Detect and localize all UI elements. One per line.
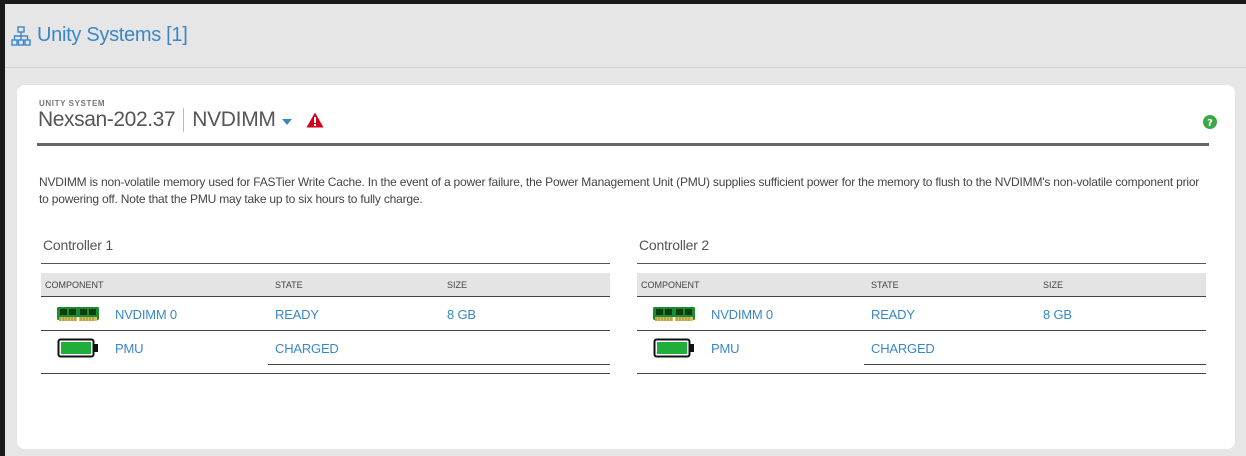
component-name[interactable]: NVDIMM 0 [115, 307, 177, 322]
column-header-component[interactable]: COMPONENT [637, 280, 871, 290]
controller-title: Controller 2 [639, 237, 709, 253]
controller-rule [637, 263, 1206, 264]
system-header: Nexsan-202.37 NVDIMM [38, 108, 324, 132]
component-state: READY [871, 306, 915, 322]
table-row[interactable]: PMU CHARGED [637, 331, 1206, 365]
view-selector[interactable]: NVDIMM [192, 108, 292, 132]
component-size: 8 GB [1043, 306, 1072, 322]
row-divider [268, 364, 610, 365]
column-header-state[interactable]: STATE [871, 280, 1043, 290]
controller-rule [41, 263, 610, 264]
table-row[interactable]: PMU CHARGED [41, 331, 610, 365]
row-divider [864, 364, 1206, 365]
controller-title: Controller 1 [43, 237, 113, 253]
component-size: 8 GB [447, 306, 476, 322]
component-table: COMPONENT STATE SIZE NVDIMM 0 READY 8 GB… [41, 273, 610, 374]
table-row[interactable]: NVDIMM 0 READY 8 GB [637, 297, 1206, 331]
table-row[interactable]: NVDIMM 0 READY 8 GB [41, 297, 610, 331]
column-header-state[interactable]: STATE [275, 280, 447, 290]
warning-icon[interactable] [306, 112, 324, 128]
component-name[interactable]: PMU [115, 341, 143, 356]
header-rule [37, 143, 1209, 146]
table-end-rule [637, 373, 1206, 374]
column-header-component[interactable]: COMPONENT [41, 280, 275, 290]
controller-2-section: Controller 2 COMPONENT STATE SIZE NVDIMM… [637, 237, 1206, 374]
controller-1-section: Controller 1 COMPONENT STATE SIZE NVDIMM… [41, 237, 610, 374]
table-header: COMPONENT STATE SIZE [41, 273, 610, 297]
component-table: COMPONENT STATE SIZE NVDIMM 0 READY 8 GB… [637, 273, 1206, 374]
divider [183, 108, 185, 132]
network-icon [11, 25, 31, 46]
component-name[interactable]: PMU [711, 341, 739, 356]
table-end-rule [41, 373, 610, 374]
view-selector-label: NVDIMM [192, 108, 276, 131]
battery-icon [645, 338, 703, 358]
column-header-size[interactable]: SIZE [1043, 280, 1206, 290]
page-header: Unity Systems [1] [5, 4, 1246, 68]
battery-icon [49, 338, 107, 358]
chevron-down-icon [281, 118, 292, 125]
help-icon[interactable]: ? [1203, 115, 1217, 129]
description-text: NVDIMM is non-volatile memory used for F… [39, 175, 1200, 206]
nvdimm-panel: UNITY SYSTEM Nexsan-202.37 NVDIMM ? NVDI… [17, 85, 1235, 449]
component-state: READY [275, 306, 319, 322]
memory-module-icon [49, 305, 107, 323]
page-title: Unity Systems [1] [11, 24, 188, 47]
component-state: CHARGED [871, 340, 935, 356]
component-name[interactable]: NVDIMM 0 [711, 307, 773, 322]
system-label: UNITY SYSTEM [39, 99, 106, 108]
memory-module-icon [645, 305, 703, 323]
column-header-size[interactable]: SIZE [447, 280, 610, 290]
system-name: Nexsan-202.37 [38, 108, 176, 131]
svg-text:?: ? [1207, 118, 1213, 129]
table-header: COMPONENT STATE SIZE [637, 273, 1206, 297]
page-title-text[interactable]: Unity Systems [1] [37, 24, 188, 47]
component-state: CHARGED [275, 340, 339, 356]
